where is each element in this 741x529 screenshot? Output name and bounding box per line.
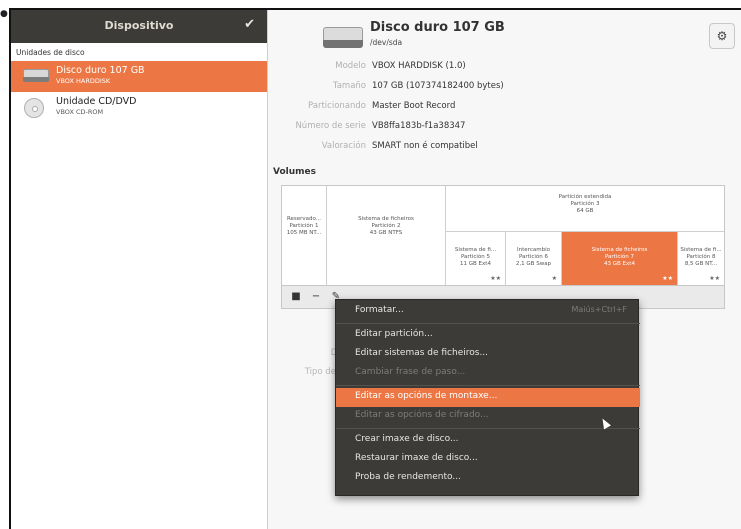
menu-item-label: Restaurar imaxe de disco... xyxy=(355,453,478,463)
partition-label: Sistema de fi... xyxy=(454,247,497,253)
property-key: Tamaño xyxy=(332,81,366,91)
partition-size: 43 GB NTFS xyxy=(369,230,403,236)
partition-8-block[interactable]: Sistema de fi... Partición 8 8,5 GB NT..… xyxy=(678,232,724,285)
partition-label: Sistema de ficheiros xyxy=(591,247,648,253)
partition-number: Partición 2 xyxy=(371,223,401,229)
menu-item-label: Proba de rendemento... xyxy=(355,472,461,482)
disk-name: Unidade CD/DVD xyxy=(56,96,137,107)
menu-item-label: Editar as opcións de cifrado... xyxy=(355,410,489,420)
sidebar-title: Dispositivo xyxy=(104,19,174,32)
partition-number: Partición 6 xyxy=(518,254,549,260)
drive-path: /dev/sda xyxy=(370,38,403,47)
property-size: Tamaño 107 GB (107374182400 bytes) xyxy=(269,81,729,99)
disk-model: VBOX CD-ROM xyxy=(56,108,104,116)
partition-5-block[interactable]: Sistema de fi... Partición 5 11 GB Ext4 … xyxy=(446,232,506,285)
menu-item-accelerator: Maiús+Ctrl+F xyxy=(571,305,627,314)
disks-window: Dispositivo ✔ Unidades de disco Disco du… xyxy=(9,8,741,529)
menu-item-label: Editar partición... xyxy=(355,329,433,339)
partition-size: 105 MB NT... xyxy=(286,230,322,236)
partition-label: Intercambio xyxy=(517,247,550,253)
sidebar-item-cd-dvd[interactable]: Unidade CD/DVD VBOX CD-ROM xyxy=(11,92,267,123)
mounted-indicator-icon: ★★ xyxy=(709,275,720,282)
sidebar-header: Dispositivo ✔ xyxy=(11,10,267,43)
hard-disk-icon xyxy=(23,69,49,83)
sidebar-item-hard-disk[interactable]: Disco duro 107 GB VBOX HARDDISK xyxy=(11,61,267,92)
menu-item-restore-disk-image[interactable]: Restaurar imaxe de disco... xyxy=(336,450,640,469)
partition-2-block[interactable]: Sistema de ficheiros Partición 2 43 GB N… xyxy=(327,186,446,285)
partition-label: Partición estendida xyxy=(558,194,612,200)
menu-item-benchmark[interactable]: Proba de rendemento... xyxy=(336,469,640,488)
disk-name: Disco duro 107 GB xyxy=(56,65,145,76)
mounted-indicator-icon: ★★ xyxy=(662,275,673,282)
partition-size: 11 GB Ext4 xyxy=(460,261,491,267)
property-model: Modelo VBOX HARDDISK (1.0) xyxy=(269,61,729,79)
property-value: 107 GB (107374182400 bytes) xyxy=(372,81,504,91)
gear-icon: ⚙ xyxy=(716,29,728,43)
mounted-indicator-icon: ★ xyxy=(551,275,557,282)
menu-separator xyxy=(336,428,640,429)
mounted-indicator-icon: ★★ xyxy=(490,275,501,282)
extended-partition-block[interactable]: Partición estendida Partición 3 64 GB xyxy=(446,186,724,232)
partition-number: Partición 3 xyxy=(570,201,600,207)
partition-6-block[interactable]: Intercambio Partición 6 2,1 GB Swap ★ xyxy=(506,232,562,285)
menu-item-edit-partition[interactable]: Editar partición... xyxy=(336,326,640,345)
partition-context-menu: Formatar... Maiús+Ctrl+F Editar partició… xyxy=(335,299,640,496)
optical-disc-icon xyxy=(24,98,44,118)
volumes-heading: Volumes xyxy=(273,167,316,177)
property-key: Valoración xyxy=(321,141,366,151)
corner-mark: ● xyxy=(0,9,8,19)
disk-model: VBOX HARDDISK xyxy=(56,77,111,85)
property-key: Particionando xyxy=(308,101,366,111)
checkmark-icon[interactable]: ✔ xyxy=(244,17,255,32)
property-serial: Número de serie VB8ffa183b-f1a38347 xyxy=(269,121,729,139)
partition-number: Partición 5 xyxy=(460,254,491,260)
partition-7-block[interactable]: Sistema de ficheiros Partición 7 43 GB E… xyxy=(562,232,678,285)
property-assessment: Valoración SMART non é compatibel xyxy=(269,141,729,159)
volumes-map: Reservado... Partición 1 105 MB NT... Si… xyxy=(281,185,725,286)
section-label: Unidades de disco xyxy=(16,48,85,57)
menu-item-label: Editar as opcións de montaxe... xyxy=(355,391,498,401)
drive-options-button[interactable]: ⚙ xyxy=(709,23,735,49)
menu-item-create-disk-image[interactable]: Crear imaxe de disco... xyxy=(336,431,640,450)
property-value: VBOX HARDDISK (1.0) xyxy=(372,61,466,71)
menu-item-format[interactable]: Formatar... Maiús+Ctrl+F xyxy=(336,302,640,321)
partition-size: 43 GB Ext4 xyxy=(604,261,635,267)
menu-item-label: Cambiar frase de paso... xyxy=(355,367,466,377)
property-partitioning: Particionando Master Boot Record xyxy=(269,101,729,119)
menu-item-edit-filesystem[interactable]: Editar sistemas de ficheiros... xyxy=(336,345,640,364)
main-panel: Disco duro 107 GB /dev/sda ⚙ Modelo VBOX… xyxy=(269,10,741,529)
partition-size: 64 GB xyxy=(576,208,594,214)
menu-item-label: Formatar... xyxy=(355,305,404,315)
property-value: SMART non é compatibel xyxy=(372,141,478,151)
partition-size: 8,5 GB NT... xyxy=(684,261,718,267)
property-value: VB8ffa183b-f1a38347 xyxy=(372,121,466,131)
stop-icon[interactable]: ■ xyxy=(289,289,303,305)
menu-separator xyxy=(336,385,640,386)
property-value: Master Boot Record xyxy=(372,101,456,111)
partition-number: Partición 1 xyxy=(289,223,319,229)
partition-number: Partición 8 xyxy=(686,254,716,260)
menu-separator xyxy=(336,323,640,324)
partition-1-block[interactable]: Reservado... Partición 1 105 MB NT... xyxy=(282,186,327,285)
menu-item-label: Crear imaxe de disco... xyxy=(355,434,459,444)
device-sidebar: Dispositivo ✔ Unidades de disco Disco du… xyxy=(11,10,268,529)
partition-label: Sistema de fi... xyxy=(680,247,722,253)
partition-label: Reservado... xyxy=(286,216,322,222)
minus-icon[interactable]: − xyxy=(309,289,323,305)
partition-size: 2,1 GB Swap xyxy=(515,261,552,267)
menu-item-label: Editar sistemas de ficheiros... xyxy=(355,348,489,358)
hard-disk-icon xyxy=(323,21,363,49)
property-key: Modelo xyxy=(335,61,366,71)
property-key: Número de serie xyxy=(295,121,366,131)
menu-item-change-passphrase[interactable]: Cambiar frase de paso... xyxy=(336,364,640,383)
partition-label: Sistema de ficheiros xyxy=(358,216,414,222)
drive-title: Disco duro 107 GB xyxy=(370,20,505,35)
partition-number: Partición 7 xyxy=(604,254,635,260)
menu-item-edit-encryption-options[interactable]: Editar as opcións de cifrado... xyxy=(336,407,640,426)
menu-item-edit-mount-options[interactable]: Editar as opcións de montaxe... xyxy=(336,388,640,407)
